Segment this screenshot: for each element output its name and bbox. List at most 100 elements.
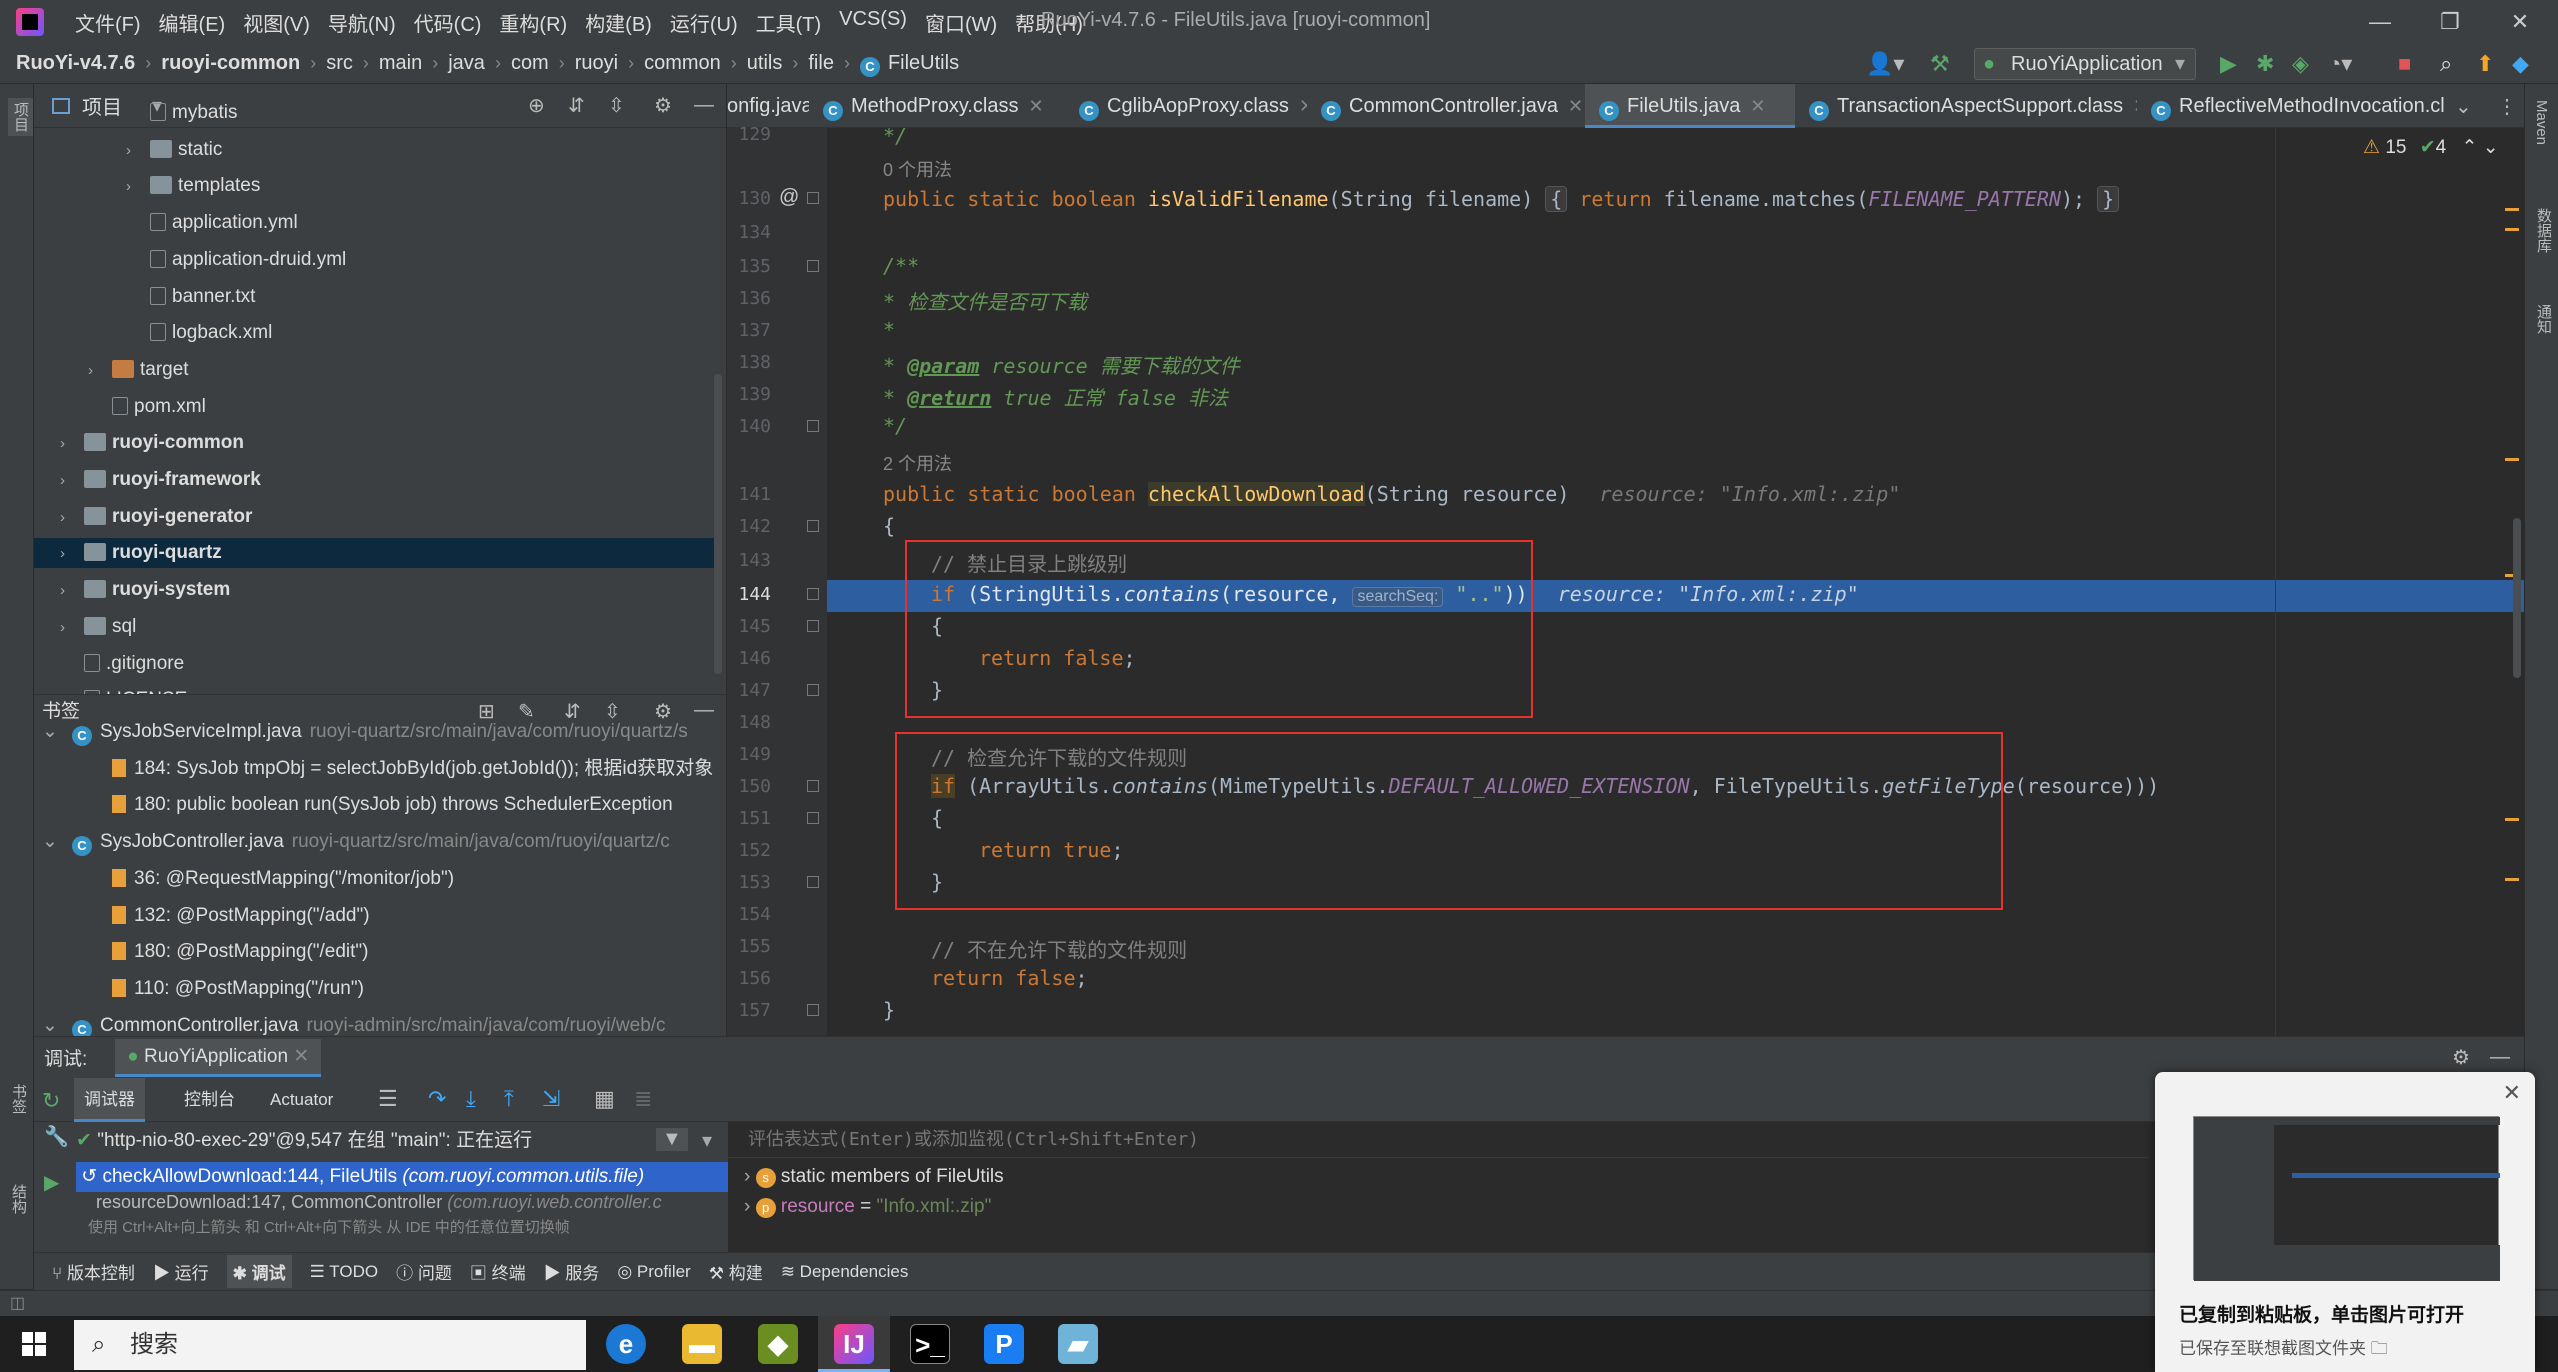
debugger-tab[interactable]: Actuator <box>260 1078 343 1122</box>
project-tree-item[interactable]: mybatis <box>34 98 714 128</box>
fold-icon[interactable] <box>807 260 819 272</box>
resume-icon[interactable]: ▶ <box>44 1170 59 1195</box>
tool-window-button[interactable]: ☰ TODO <box>310 1262 378 1282</box>
bookmark-row[interactable]: 184: SysJob tmpObj = selectJobById(job.g… <box>34 754 724 784</box>
bookmark-file-row[interactable]: ⌄ C SysJobServiceImpl.java ruoyi-quartz/src… <box>34 717 724 747</box>
gear-icon[interactable]: ⚙ <box>2452 1045 2470 1070</box>
project-tree-item[interactable]: › templates <box>34 171 714 201</box>
menu-item[interactable]: 窗口(W) <box>916 8 1006 37</box>
close-tab-icon[interactable]: ✕ <box>1568 96 1583 116</box>
breadcrumb-item[interactable]: src <box>326 52 353 75</box>
close-tab-icon[interactable]: ✕ <box>1299 96 1307 116</box>
chevron-right-icon[interactable]: › <box>60 576 84 606</box>
p-app-icon[interactable]: P <box>984 1324 1024 1364</box>
menu-item[interactable]: 代码(C) <box>405 8 491 37</box>
project-tree-item[interactable]: banner.txt <box>34 282 714 312</box>
editor-tab[interactable]: C MethodProxy.class ✕ <box>809 84 1065 128</box>
code-editor[interactable]: */ 0 个用法 public static boolean isValidFi… <box>827 128 2524 1036</box>
chevron-down-icon[interactable]: ⌄ <box>42 717 72 747</box>
debugger-tab[interactable]: 调试器 <box>74 1078 145 1122</box>
bookmark-row[interactable]: 180: public boolean run(SysJob job) thro… <box>34 790 724 820</box>
debug-session-tab[interactable]: ● RuoYiApplication ✕ <box>115 1038 322 1077</box>
project-tree-item[interactable]: › sql <box>34 612 714 642</box>
run-icon[interactable]: ▶ <box>2220 52 2237 76</box>
notifications-tool-tab[interactable]: 通知 <box>2533 304 2554 334</box>
taskbar-search[interactable]: ⌕ 搜索 <box>74 1320 586 1370</box>
menu-item[interactable]: 导航(N) <box>319 8 405 37</box>
close-window-button[interactable]: ✕ <box>2490 4 2550 40</box>
menu-item[interactable]: 文件(F) <box>66 8 150 37</box>
project-tool-tab[interactable]: 项目 <box>8 98 33 136</box>
editor-tab[interactable]: C FileUtils.java ✕ <box>1585 84 1795 128</box>
frame-row[interactable]: resourceDownload:147, CommonController (… <box>76 1192 728 1212</box>
project-tree-item[interactable]: › ruoyi-framework <box>34 465 714 495</box>
breadcrumb-item[interactable]: ruoyi-common <box>161 52 300 75</box>
usages-hint[interactable]: 2 个用法 <box>883 450 952 476</box>
chevron-down-icon[interactable]: ⌄ <box>2455 94 2472 119</box>
fold-icon[interactable] <box>807 812 819 824</box>
stop-icon[interactable]: ■ <box>2398 52 2411 76</box>
fold-icon[interactable] <box>807 620 819 632</box>
bookmarks-tool-tab[interactable]: 书签 <box>8 1084 29 1114</box>
maven-tool-tab[interactable]: Maven <box>2533 100 2550 145</box>
editor-tab[interactable]: C CommonController.java ✕ <box>1307 84 1585 128</box>
database-tool-tab[interactable]: 数据库 <box>2533 208 2554 253</box>
menu-item[interactable]: 运行(U) <box>661 8 747 37</box>
chevron-right-icon[interactable]: › <box>60 466 84 496</box>
fold-icon[interactable] <box>807 684 819 696</box>
inspection-widget[interactable]: ⚠ 15 ✔4 ⌃ ⌄ <box>2363 136 2499 159</box>
close-tab-icon[interactable]: ✕ <box>1028 96 1043 116</box>
step-out-icon[interactable]: ⤒ <box>504 1086 514 1112</box>
debug-icon[interactable]: ✱ <box>2256 52 2274 76</box>
layout-icon[interactable]: ◫ <box>10 1293 25 1313</box>
chevron-down-icon[interactable]: ▾ <box>702 1128 712 1153</box>
project-tree-item[interactable]: › ruoyi-common <box>34 428 714 458</box>
menu-item[interactable]: VCS(S) <box>830 8 916 37</box>
screenshot-thumbnail[interactable] <box>2193 1116 2500 1281</box>
frame-row-selected[interactable]: ↺ checkAllowDownload:144, FileUtils (com… <box>76 1162 728 1192</box>
step-over-icon[interactable]: ↷ <box>428 1086 446 1112</box>
chevron-right-icon[interactable]: › <box>60 539 84 569</box>
chevron-right-icon[interactable]: › <box>60 429 84 459</box>
wrench-icon[interactable]: 🔧 <box>44 1124 69 1149</box>
thread-selector[interactable]: ✔ "http-nio-80-exec-29"@9,547 在组 "main":… <box>76 1124 726 1158</box>
close-icon[interactable]: ✕ <box>2503 1080 2521 1106</box>
fold-icon[interactable] <box>807 1004 819 1016</box>
screenshot-notification[interactable]: ✕ 已复制到粘贴板，单击图片可打开 已保存至联想截图文件夹 🗀 <box>2155 1072 2535 1372</box>
tool-window-button[interactable]: ▣ 终端 <box>470 1259 526 1284</box>
close-tab-icon[interactable]: ✕ <box>1750 96 1765 116</box>
maximize-button[interactable]: ❐ <box>2420 4 2480 40</box>
variable-row[interactable]: › p resource = "Info.xml:.zip" <box>744 1196 991 1218</box>
breadcrumb-item[interactable]: ruoyi <box>575 52 618 75</box>
breadcrumb-item[interactable]: file <box>808 52 834 75</box>
intellij-taskbar-button[interactable]: IJ <box>818 1316 890 1372</box>
coverage-icon[interactable]: ◈ <box>2292 52 2309 76</box>
notepad-icon[interactable]: ▰ <box>1058 1324 1098 1364</box>
project-scrollbar[interactable] <box>714 374 722 674</box>
editor-scrollbar[interactable] <box>2513 518 2521 678</box>
breadcrumb-item[interactable]: main <box>379 52 422 75</box>
start-icon[interactable] <box>22 1332 46 1356</box>
tool-window-button[interactable]: ◎ Profiler <box>617 1262 690 1282</box>
editor-tab[interactable]: onfig.java✕ <box>727 84 809 128</box>
menu-item[interactable]: 构建(B) <box>576 8 661 37</box>
menu-icon[interactable]: ☰ <box>378 1086 398 1112</box>
menu-item[interactable]: 重构(R) <box>490 8 576 37</box>
chevron-right-icon[interactable]: › <box>60 613 84 643</box>
project-tree-item[interactable]: › ruoyi-system <box>34 575 714 605</box>
edge-icon[interactable]: e <box>606 1324 646 1364</box>
menu-item[interactable]: 工具(T) <box>747 8 831 37</box>
breadcrumb-item[interactable]: FileUtils <box>888 52 959 75</box>
profile-icon[interactable]: ◔▾ <box>2328 52 2352 76</box>
tool-window-button[interactable]: ⚒ 构建 <box>709 1259 763 1284</box>
evaluate-icon[interactable]: ▦ <box>594 1086 615 1112</box>
project-tree-item[interactable]: pom.xml <box>34 392 714 422</box>
project-tree-item[interactable]: › target <box>34 355 714 385</box>
fold-icon[interactable] <box>807 520 819 532</box>
editor-tab[interactable]: CTransactionAspectSupport.class✕ <box>1795 84 2137 128</box>
project-tree-item[interactable]: .gitignore <box>34 649 714 679</box>
terminal-icon[interactable]: >_ <box>910 1324 950 1364</box>
filter-icon[interactable]: ▼ <box>656 1128 688 1151</box>
debugger-tab[interactable]: 控制台 <box>174 1078 245 1122</box>
menu-item[interactable]: 视图(V) <box>234 8 319 37</box>
